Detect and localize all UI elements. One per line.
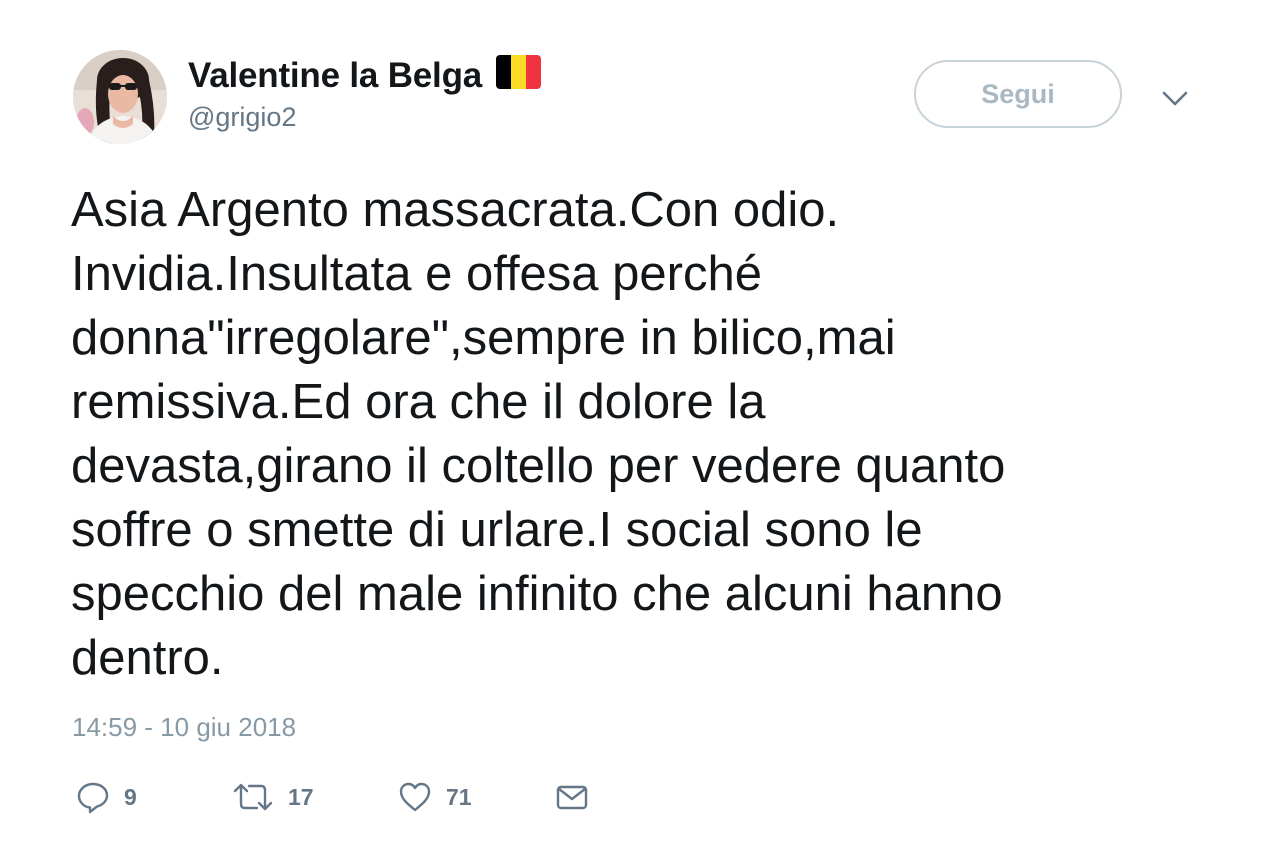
tweet-text-line: Invidia.Insultata e offesa perché (71, 247, 763, 301)
chevron-down-icon[interactable] (1160, 84, 1190, 114)
reply-icon (76, 780, 110, 814)
tweet-text-line: Asia Argento massacrata.Con odio. (71, 183, 840, 237)
flag-stripe-red (526, 55, 542, 89)
belgian-flag-icon (496, 55, 542, 89)
retweet-icon (232, 780, 274, 814)
retweet-button[interactable]: 17 (232, 770, 314, 824)
display-name[interactable]: Valentine la Belga (188, 56, 482, 96)
tweet-text-line: dentro. (71, 631, 224, 685)
avatar-photo (73, 50, 167, 144)
tweet-text: Asia Argento massacrata.Con odio. Invidi… (71, 178, 1221, 690)
user-handle[interactable]: @grigio2 (188, 102, 296, 133)
tweet-actions: 9 17 71 (0, 770, 1264, 824)
reply-count: 9 (124, 783, 137, 810)
tweet-text-line: donna"irregolare",sempre in bilico,mai (71, 311, 896, 365)
direct-message-button[interactable] (555, 770, 589, 824)
like-button[interactable]: 71 (398, 770, 472, 824)
heart-icon (398, 780, 432, 814)
flag-stripe-black (496, 55, 512, 89)
tweet-timestamp[interactable]: 14:59 - 10 giu 2018 (72, 712, 296, 743)
retweet-count: 17 (288, 783, 314, 810)
author-header: Valentine la Belga (188, 52, 542, 100)
envelope-icon (555, 780, 589, 814)
tweet-card: Valentine la Belga @grigio2 Segui Asia A… (0, 0, 1264, 856)
tweet-text-line: specchio del male infinito che alcuni ha… (71, 567, 1003, 621)
tweet-text-line: remissiva.Ed ora che il dolore la (71, 375, 766, 429)
tweet-text-line: devasta,girano il coltello per vedere qu… (71, 439, 1006, 493)
reply-button[interactable]: 9 (76, 770, 137, 824)
avatar[interactable] (73, 50, 167, 144)
tweet-text-line: soffre o smette di urlare.I social sono … (71, 503, 923, 557)
like-count: 71 (446, 783, 472, 810)
follow-button[interactable]: Segui (914, 60, 1122, 128)
flag-stripe-yellow (511, 55, 527, 89)
